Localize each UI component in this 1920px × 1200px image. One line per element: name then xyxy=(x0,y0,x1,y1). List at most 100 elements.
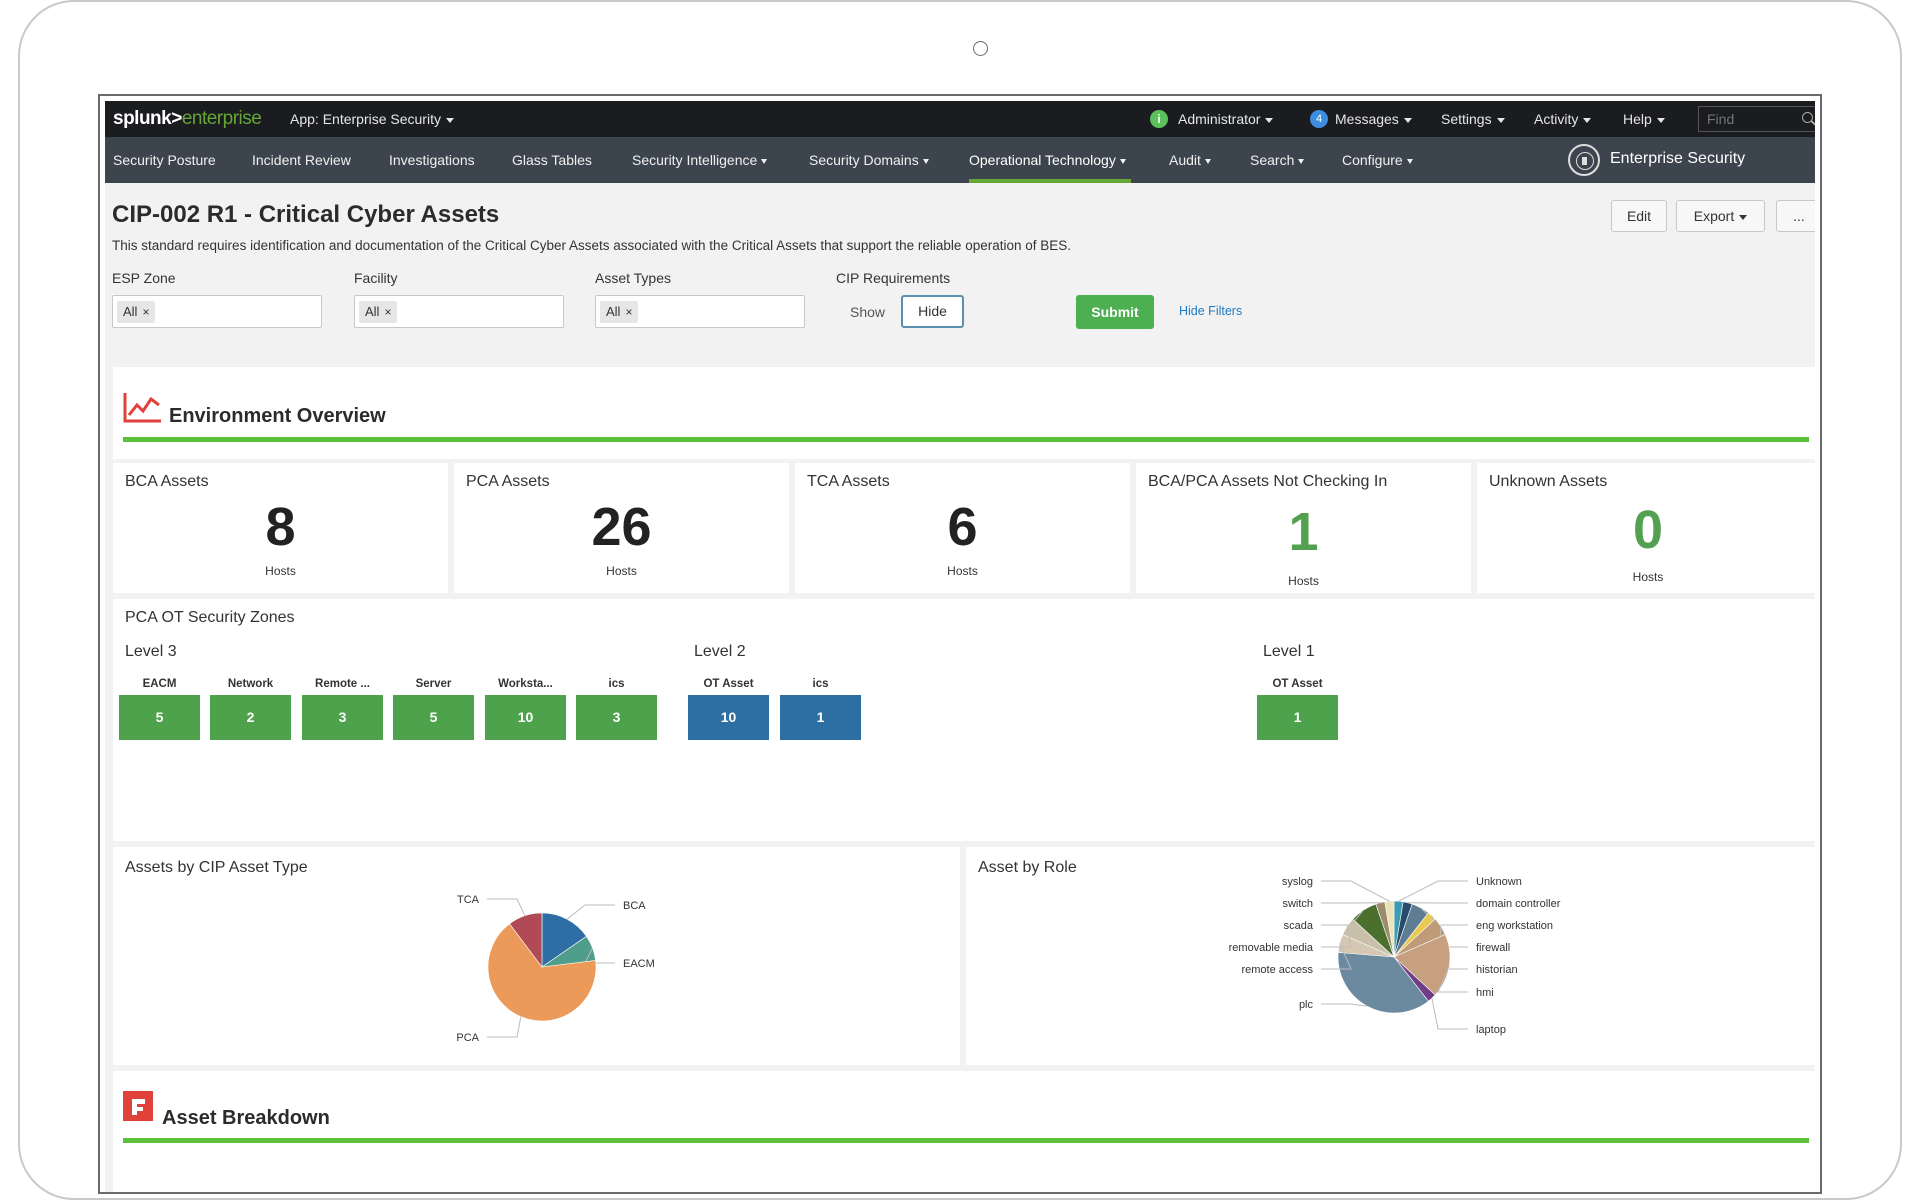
remove-token-icon[interactable]: × xyxy=(625,305,632,319)
pie-leader-line xyxy=(1321,1004,1367,1006)
search-icon[interactable] xyxy=(1802,112,1813,123)
tile-label: Remote ... xyxy=(302,678,383,690)
chevron-down-icon xyxy=(1497,118,1505,123)
chevron-down-icon xyxy=(1583,118,1591,123)
pie-label: hmi xyxy=(1476,987,1494,999)
pie-leader-line xyxy=(487,1017,521,1037)
zone-tile[interactable]: 2 xyxy=(210,695,291,740)
hide-toggle[interactable]: Hide xyxy=(901,295,964,328)
kpi-value: 8 xyxy=(113,500,448,554)
pie-label: TCA xyxy=(457,894,480,906)
nav-audit[interactable]: Audit xyxy=(1169,152,1211,168)
pie-label: syslog xyxy=(1282,876,1313,888)
facility-multiselect[interactable]: All× xyxy=(354,295,564,328)
enterprise-security-icon xyxy=(1568,144,1600,176)
section-divider xyxy=(123,1138,1809,1143)
pie-label: Unknown xyxy=(1476,876,1522,888)
pie-label: EACM xyxy=(623,958,655,970)
kpi-unit: Hosts xyxy=(454,564,789,578)
kpi-bca-assets: BCA Assets 8 Hosts xyxy=(113,463,448,593)
zone-tile[interactable]: 3 xyxy=(576,695,657,740)
kpi-unknown-assets: Unknown Assets 0 Hosts xyxy=(1477,463,1815,593)
pie-leader-line xyxy=(567,905,615,919)
settings-menu[interactable]: Settings xyxy=(1441,111,1505,127)
chevron-down-icon xyxy=(1298,159,1304,164)
pie-label: scada xyxy=(1284,920,1314,932)
asset-types-multiselect[interactable]: All× xyxy=(595,295,805,328)
app-title: Enterprise Security xyxy=(1610,150,1745,168)
tile-label: OT Asset xyxy=(1257,678,1338,690)
kpi-unit: Hosts xyxy=(113,564,448,578)
nav-configure[interactable]: Configure xyxy=(1342,152,1413,168)
zone-tile[interactable]: 10 xyxy=(485,695,566,740)
show-toggle[interactable]: Show xyxy=(850,304,885,320)
cip-requirements-label: CIP Requirements xyxy=(836,270,950,286)
zone-tile[interactable]: 1 xyxy=(780,695,861,740)
nav-glass-tables[interactable]: Glass Tables xyxy=(512,152,592,168)
top-bar: splunk>enterprise App: Enterprise Securi… xyxy=(105,101,1815,137)
chevron-down-icon xyxy=(1205,159,1211,164)
info-icon: i xyxy=(1150,110,1168,128)
app-menu[interactable]: App: Enterprise Security xyxy=(290,111,454,127)
remove-token-icon[interactable]: × xyxy=(142,305,149,319)
tile-label: OT Asset xyxy=(688,678,769,690)
kpi-value: 0 xyxy=(1477,503,1815,557)
level-1-title: Level 1 xyxy=(1263,643,1315,661)
nav-investigations[interactable]: Investigations xyxy=(389,152,475,168)
zone-tile[interactable]: 10 xyxy=(688,695,769,740)
esp-zone-label: ESP Zone xyxy=(112,270,176,286)
kpi-value: 6 xyxy=(795,500,1130,554)
zone-tile[interactable]: 3 xyxy=(302,695,383,740)
messages-menu[interactable]: Messages xyxy=(1335,111,1412,127)
esp-zone-multiselect[interactable]: All× xyxy=(112,295,322,328)
nav-bar: Security Posture Incident Review Investi… xyxy=(105,137,1815,183)
nav-security-posture[interactable]: Security Posture xyxy=(113,152,216,168)
messages-count-badge: 4 xyxy=(1310,110,1328,128)
page-title: CIP-002 R1 - Critical Cyber Assets xyxy=(112,201,499,229)
find-input[interactable] xyxy=(1698,106,1815,132)
hide-filters-link[interactable]: Hide Filters xyxy=(1179,304,1242,318)
tile-label: Network xyxy=(210,678,291,690)
chevron-down-icon xyxy=(1657,118,1665,123)
pie-label: switch xyxy=(1282,898,1313,910)
tile-label: Server xyxy=(393,678,474,690)
activity-menu[interactable]: Activity xyxy=(1534,111,1591,127)
panel-logo-icon xyxy=(123,1091,153,1121)
kpi-pca-assets: PCA Assets 26 Hosts xyxy=(454,463,789,593)
pie-leader-line xyxy=(487,899,525,916)
chevron-down-icon xyxy=(1739,215,1747,220)
nav-search[interactable]: Search xyxy=(1250,152,1304,168)
filter-token: All× xyxy=(117,301,155,323)
chevron-down-icon xyxy=(446,118,454,123)
pie-label: laptop xyxy=(1476,1024,1506,1036)
ot-security-zones-panel: PCA OT Security Zones Level 3 EACM 5 Net… xyxy=(113,599,1815,841)
pie-leader-line xyxy=(1399,881,1468,901)
nav-security-intelligence[interactable]: Security Intelligence xyxy=(632,152,767,168)
edit-button[interactable]: Edit xyxy=(1611,200,1667,232)
pie-label: removable media xyxy=(1229,942,1314,954)
kpi-title: PCA Assets xyxy=(466,473,550,491)
zone-tile[interactable]: 5 xyxy=(393,695,474,740)
help-menu[interactable]: Help xyxy=(1623,111,1665,127)
submit-button[interactable]: Submit xyxy=(1076,295,1154,329)
remove-token-icon[interactable]: × xyxy=(384,305,391,319)
filter-token: All× xyxy=(600,301,638,323)
export-button[interactable]: Export xyxy=(1676,200,1765,232)
pie-label: eng workstation xyxy=(1476,920,1553,932)
assets-by-cip-type-panel: Assets by CIP Asset Type BCAEACMPCATCA xyxy=(113,847,960,1065)
splunk-logo[interactable]: splunk>enterprise xyxy=(113,108,261,130)
level-2-title: Level 2 xyxy=(694,643,746,661)
pie-label: BCA xyxy=(623,900,646,912)
zone-tile[interactable]: 5 xyxy=(119,695,200,740)
more-actions-button[interactable]: ... xyxy=(1776,200,1815,232)
nav-operational-technology[interactable]: Operational Technology xyxy=(969,152,1126,168)
zone-tile[interactable]: 1 xyxy=(1257,695,1338,740)
pie-label: firewall xyxy=(1476,942,1510,954)
chevron-down-icon xyxy=(1265,118,1273,123)
nav-incident-review[interactable]: Incident Review xyxy=(252,152,351,168)
chevron-down-icon xyxy=(923,159,929,164)
environment-overview-header: Environment Overview xyxy=(113,367,1815,459)
asset-by-role-panel: Asset by Role Unknowndomain controlleren… xyxy=(966,847,1815,1065)
administrator-menu[interactable]: Administrator xyxy=(1178,111,1273,127)
nav-security-domains[interactable]: Security Domains xyxy=(809,152,929,168)
